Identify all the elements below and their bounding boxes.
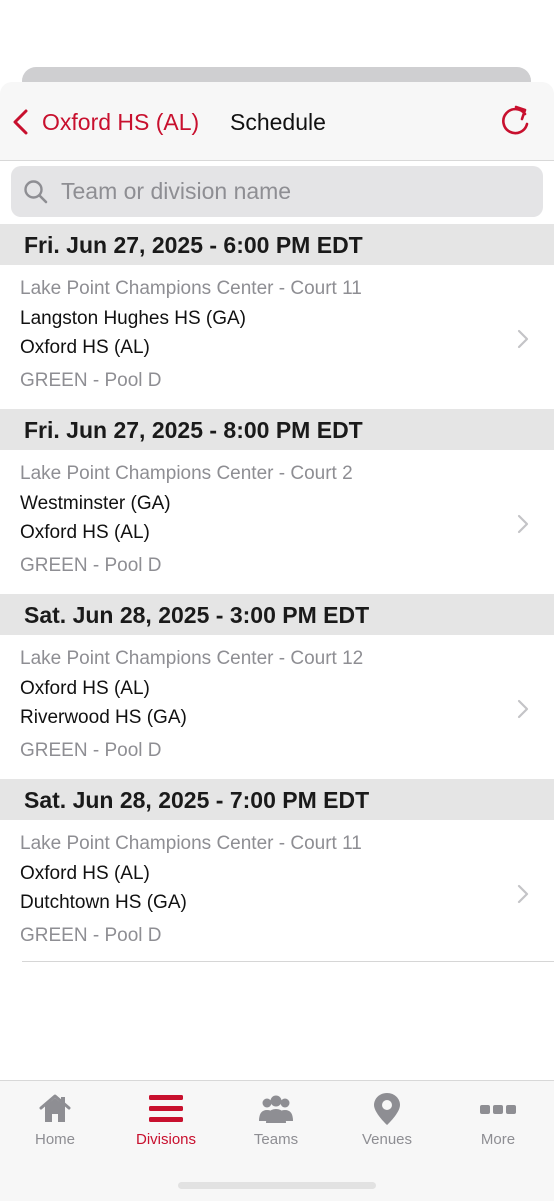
page-title: Schedule xyxy=(230,109,326,135)
date-header: Sat. Jun 28, 2025 - 7:00 PM EDT xyxy=(0,779,554,820)
list-divider xyxy=(22,961,554,962)
venue-label: Lake Point Champions Center - Court 11 xyxy=(20,278,362,299)
tab-teams-label: Teams xyxy=(253,1131,299,1148)
chevron-left-icon xyxy=(13,109,28,135)
search-input[interactable] xyxy=(59,177,523,206)
location-pin-icon xyxy=(374,1093,400,1125)
teams-icon xyxy=(259,1095,293,1123)
tab-home[interactable]: Home xyxy=(0,1091,110,1151)
tab-home-label: Home xyxy=(34,1131,75,1148)
chevron-right-icon xyxy=(517,699,529,719)
tab-venues[interactable]: Venues xyxy=(332,1091,442,1151)
pool-label: GREEN - Pool D xyxy=(20,740,162,761)
team-one-label: Langston Hughes HS (GA) xyxy=(20,308,247,329)
tab-more-label: More xyxy=(480,1131,516,1148)
team-one-label: Westminster (GA) xyxy=(20,493,171,514)
tab-divisions-label: Divisions xyxy=(135,1131,196,1148)
team-two-label: Riverwood HS (GA) xyxy=(20,707,187,728)
date-header: Sat. Jun 28, 2025 - 3:00 PM EDT xyxy=(0,594,554,635)
home-indicator xyxy=(178,1182,376,1189)
pool-label: GREEN - Pool D xyxy=(20,925,162,946)
date-header: Fri. Jun 27, 2025 - 6:00 PM EDT xyxy=(0,224,554,265)
team-one-label: Oxford HS (AL) xyxy=(20,678,150,699)
pool-label: GREEN - Pool D xyxy=(20,370,162,391)
team-two-label: Dutchtown HS (GA) xyxy=(20,892,187,913)
venue-label: Lake Point Champions Center - Court 2 xyxy=(20,463,353,484)
refresh-icon xyxy=(502,105,529,135)
pool-label: GREEN - Pool D xyxy=(20,555,162,576)
team-one-label: Oxford HS (AL) xyxy=(20,863,150,884)
back-button[interactable]: Oxford HS (AL) xyxy=(10,104,199,140)
venue-label: Lake Point Champions Center - Court 12 xyxy=(20,648,364,669)
search-bar xyxy=(11,166,543,217)
divisions-icon xyxy=(149,1095,183,1122)
chevron-right-icon xyxy=(517,329,529,349)
tab-venues-label: Venues xyxy=(361,1131,413,1148)
tab-more[interactable]: More xyxy=(443,1091,553,1151)
chevron-right-icon xyxy=(517,514,529,534)
search-icon xyxy=(24,179,48,203)
tab-teams[interactable]: Teams xyxy=(221,1091,331,1151)
more-icon xyxy=(480,1105,516,1114)
home-icon xyxy=(39,1094,71,1122)
game-row[interactable]: Lake Point Champions Center - Court 12 O… xyxy=(0,635,554,779)
tab-divisions[interactable]: Divisions xyxy=(111,1091,221,1151)
refresh-button[interactable] xyxy=(496,102,534,140)
schedule-list: Fri. Jun 27, 2025 - 6:00 PM EDT Lake Poi… xyxy=(0,224,554,964)
game-row[interactable]: Lake Point Champions Center - Court 11 L… xyxy=(0,265,554,409)
venue-label: Lake Point Champions Center - Court 11 xyxy=(20,833,362,854)
game-row[interactable]: Lake Point Champions Center - Court 2 We… xyxy=(0,450,554,594)
game-row[interactable]: Lake Point Champions Center - Court 11 O… xyxy=(0,820,554,964)
date-header: Fri. Jun 27, 2025 - 8:00 PM EDT xyxy=(0,409,554,450)
back-button-label: Oxford HS (AL) xyxy=(42,109,200,135)
team-two-label: Oxford HS (AL) xyxy=(20,522,150,543)
chevron-right-icon xyxy=(517,884,529,904)
team-two-label: Oxford HS (AL) xyxy=(20,337,150,358)
